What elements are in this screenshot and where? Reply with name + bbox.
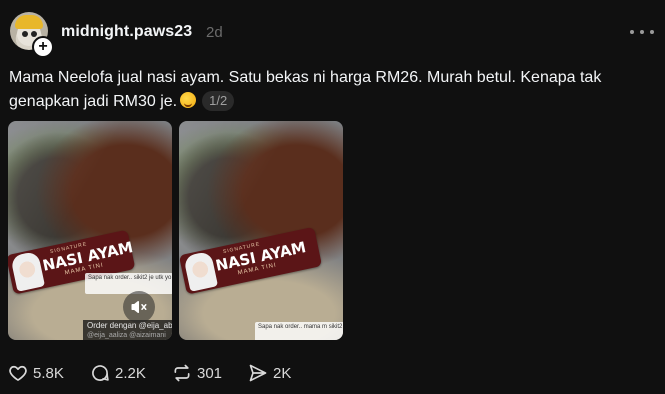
order-caption-text: Order dengan @eija_ab — [87, 321, 172, 330]
portrait-image — [183, 250, 219, 292]
post-timestamp: 2d — [206, 24, 223, 41]
post-actions: 5.8K 2.2K 301 2K — [8, 362, 291, 384]
username[interactable]: midnight.paws23 — [61, 23, 192, 41]
like-count: 5.8K — [33, 364, 64, 382]
zany-face-emoji-icon — [180, 92, 197, 108]
more-options-icon[interactable] — [630, 22, 654, 42]
media-item-image[interactable]: SIGNATURE NASI AYAM MAMA TINI Sapa nak o… — [179, 121, 343, 340]
portrait-image — [10, 250, 46, 292]
page-indicator: 1/2 — [202, 91, 235, 111]
repost-icon — [174, 364, 190, 382]
caption-text: Mama Neelofa jual nasi ayam. Satu bekas … — [9, 69, 602, 110]
thread-post: + midnight.paws23 2d Mama Neelofa jual n… — [0, 0, 665, 394]
order-caption: Order dengan @eija_ab @eija_aaliza @aiza… — [83, 320, 172, 340]
overlay-note: Sapa nak order.. mama m sikit2 je utk yo… — [255, 322, 343, 340]
food-photo — [179, 121, 343, 340]
comment-icon — [92, 365, 109, 381]
repost-count: 301 — [197, 364, 223, 382]
reply-button[interactable]: 2.2K — [90, 362, 172, 384]
repost-button[interactable]: 301 — [172, 362, 248, 384]
overlay-note: Sapa nak order.. sikit2 je utk yo — [85, 273, 172, 294]
send-icon — [249, 364, 267, 382]
follow-plus-icon[interactable]: + — [32, 36, 54, 58]
post-caption: Mama Neelofa jual nasi ayam. Satu bekas … — [9, 66, 659, 114]
order-caption-handles: @eija_aaliza @aizaimani — [87, 332, 166, 339]
reply-count: 2.2K — [115, 364, 146, 382]
avatar-container[interactable]: + — [10, 12, 54, 58]
heart-icon — [9, 365, 27, 381]
speaker-muted-icon[interactable] — [123, 291, 155, 323]
like-button[interactable]: 5.8K — [8, 362, 90, 384]
media-item-video[interactable]: SIGNATURE NASI AYAM MAMA TINI Sapa nak o… — [8, 121, 172, 340]
share-count: 2K — [273, 364, 292, 382]
share-button[interactable]: 2K — [248, 362, 291, 384]
